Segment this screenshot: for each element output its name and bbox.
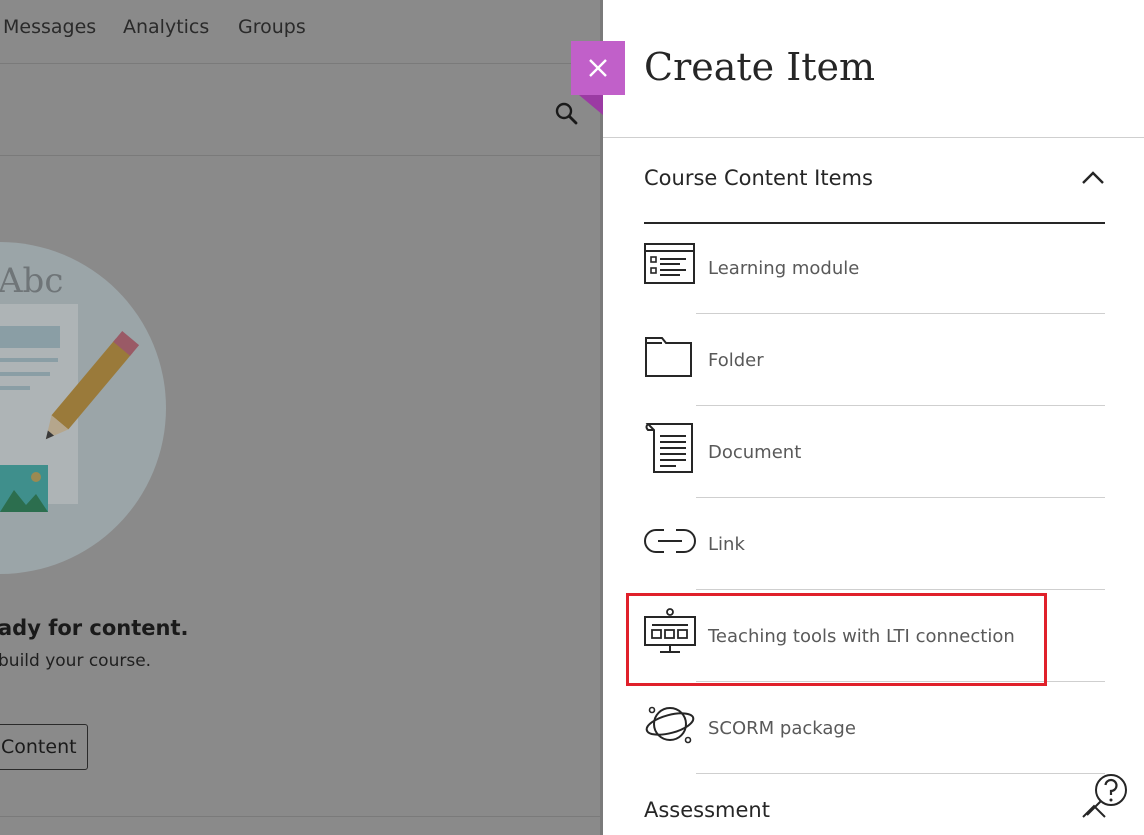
assessment-section-toggle[interactable]: Assessment — [644, 798, 770, 822]
item-label: Learning module — [708, 258, 860, 279]
item-label: Teaching tools with LTI connection — [708, 626, 1015, 647]
divider — [696, 405, 1105, 406]
divider — [0, 816, 603, 817]
folder-icon — [645, 337, 692, 377]
empty-course-illustration: Abc — [0, 242, 166, 574]
learning-module-icon — [644, 243, 695, 284]
divider — [696, 313, 1105, 314]
close-panel-button[interactable] — [571, 41, 625, 95]
item-document[interactable]: Document — [644, 408, 1105, 498]
close-tab-fold — [579, 95, 603, 115]
document-icon — [645, 423, 693, 473]
empty-state-subtitle: build your course. — [0, 651, 152, 671]
search-icon[interactable] — [554, 101, 580, 127]
divider — [696, 681, 1105, 682]
link-icon — [644, 529, 696, 553]
divider — [696, 773, 1105, 774]
divider — [603, 137, 1144, 138]
illustration-text: Abc — [0, 261, 63, 301]
nav-groups[interactable]: Groups — [238, 16, 306, 38]
item-label: Folder — [708, 350, 764, 371]
add-content-button[interactable]: Content — [0, 724, 88, 770]
item-learning-module[interactable]: Learning module — [644, 224, 1105, 314]
item-label: Link — [708, 534, 745, 555]
lti-tools-icon — [644, 608, 696, 653]
scorm-package-icon — [645, 706, 695, 744]
item-link[interactable]: Link — [644, 500, 1105, 590]
section-title: Course Content Items — [644, 166, 873, 190]
divider — [696, 497, 1105, 498]
background-page: Messages Analytics Groups Abc ady for co… — [0, 0, 603, 835]
create-item-panel: Create Item Course Content Items Learnin… — [603, 0, 1144, 835]
divider — [696, 589, 1105, 590]
help-icon[interactable] — [1079, 771, 1133, 821]
empty-state-title: ady for content. — [0, 616, 189, 640]
course-content-items-section-toggle[interactable]: Course Content Items — [644, 160, 1105, 224]
item-label: Document — [708, 442, 802, 463]
chevron-up-icon — [1082, 171, 1104, 184]
panel-title: Create Item — [644, 45, 876, 89]
item-folder[interactable]: Folder — [644, 316, 1105, 406]
item-lti-tools[interactable]: Teaching tools with LTI connection — [644, 592, 1105, 682]
item-scorm-package[interactable]: SCORM package — [644, 684, 1105, 774]
close-icon — [589, 59, 607, 77]
item-label: SCORM package — [708, 718, 856, 739]
